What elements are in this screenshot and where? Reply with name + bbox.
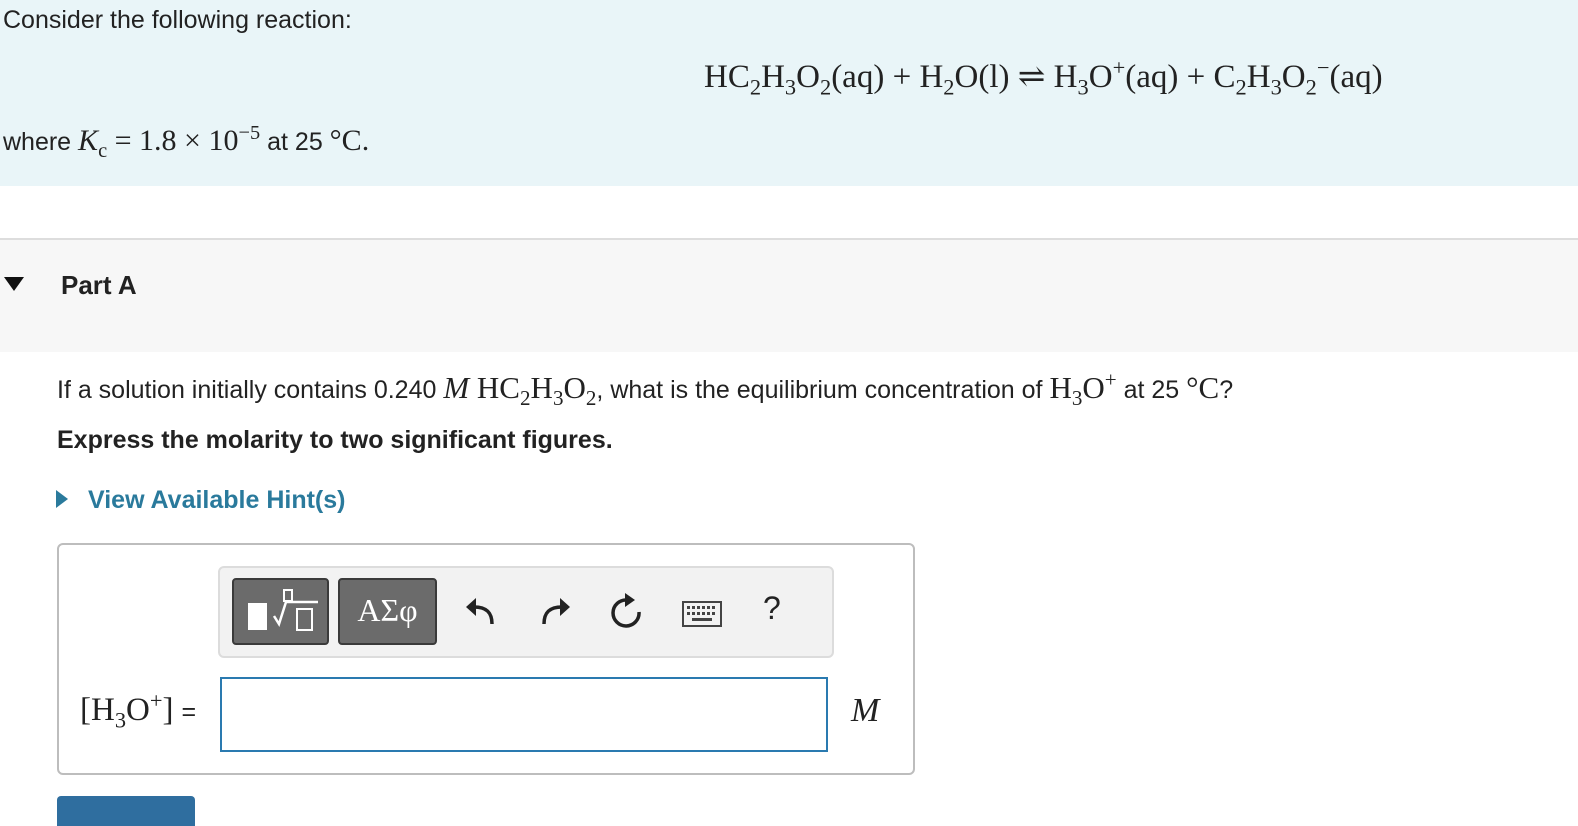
templates-button[interactable]	[232, 578, 329, 645]
help-button[interactable]: ?	[763, 590, 781, 627]
collapse-toggle-icon[interactable]	[4, 277, 24, 291]
templates-icon	[248, 589, 318, 631]
problem-intro: Consider the following reaction: HC2H3O2…	[0, 0, 1578, 186]
reaction-equation: HC2H3O2(aq) + H2O(l) ⇌ H3O+(aq) + C2H3O2…	[704, 55, 1383, 100]
view-hints-link[interactable]: View Available Hint(s)	[56, 486, 345, 515]
equilibrium-constant-text: where Kc = 1.8 × 10−5 at 25 °C.	[3, 122, 370, 162]
question-text: If a solution initially contains 0.240 M…	[57, 367, 1234, 411]
keyboard-icon[interactable]	[682, 601, 722, 627]
hint-link-label: View Available Hint(s)	[88, 486, 346, 514]
unit-label: M	[851, 692, 880, 729]
intro-text: Consider the following reaction:	[3, 6, 352, 34]
reset-icon[interactable]	[609, 592, 645, 630]
greek-symbols-button[interactable]: ΑΣφ	[338, 578, 437, 645]
undo-icon[interactable]	[462, 592, 498, 628]
answer-input[interactable]	[220, 677, 828, 752]
part-a-header[interactable]	[0, 240, 1578, 352]
redo-icon[interactable]	[538, 592, 574, 628]
part-title: Part A	[61, 270, 137, 300]
expand-arrow-icon	[56, 490, 68, 509]
submit-button[interactable]	[57, 796, 195, 826]
instruction-text: Express the molarity to two significant …	[57, 426, 613, 454]
answer-label: [H3O+] =	[80, 688, 197, 733]
